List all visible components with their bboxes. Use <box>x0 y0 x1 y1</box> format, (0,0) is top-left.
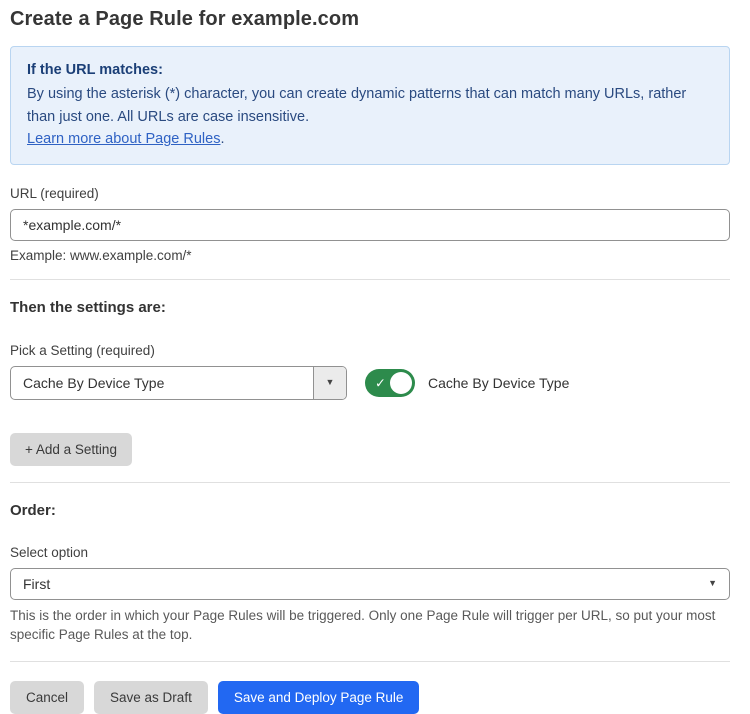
setting-toggle[interactable]: ✓ <box>365 369 415 397</box>
setting-select[interactable]: Cache By Device Type ▼ <box>10 366 347 400</box>
order-select[interactable]: First ▼ <box>10 568 730 600</box>
caret-down-icon: ▼ <box>326 378 335 387</box>
page-title: Create a Page Rule for example.com <box>10 8 730 31</box>
settings-section-heading: Then the settings are: <box>10 299 730 316</box>
actions-row: Cancel Save as Draft Save and Deploy Pag… <box>10 681 730 714</box>
info-box-heading: If the URL matches: <box>27 59 713 81</box>
caret-down-icon: ▼ <box>708 579 717 588</box>
link-suffix: . <box>220 131 224 147</box>
divider-after-url <box>10 279 730 280</box>
order-help-text: This is the order in which your Page Rul… <box>10 606 730 645</box>
info-link-line: Learn more about Page Rules. <box>27 128 713 150</box>
save-draft-button[interactable]: Save as Draft <box>94 681 208 714</box>
setting-select-caret-button[interactable]: ▼ <box>313 367 346 399</box>
order-select-value: First <box>23 576 50 592</box>
add-setting-button[interactable]: + Add a Setting <box>10 433 132 466</box>
divider-before-actions <box>10 661 730 662</box>
check-icon: ✓ <box>375 376 386 389</box>
divider-after-settings <box>10 482 730 483</box>
toggle-knob <box>390 372 412 394</box>
setting-toggle-label: Cache By Device Type <box>428 375 569 391</box>
info-box-body: By using the asterisk (*) character, you… <box>27 83 713 128</box>
url-input[interactable] <box>10 209 730 241</box>
save-deploy-button[interactable]: Save and Deploy Page Rule <box>218 681 420 714</box>
url-field-hint: Example: www.example.com/* <box>10 248 730 263</box>
order-select-label: Select option <box>10 545 730 560</box>
setting-select-value: Cache By Device Type <box>11 375 164 391</box>
order-section-heading: Order: <box>10 502 730 519</box>
cancel-button[interactable]: Cancel <box>10 681 84 714</box>
setting-picker-label: Pick a Setting (required) <box>10 343 730 358</box>
setting-row: Cache By Device Type ▼ ✓ Cache By Device… <box>10 366 730 400</box>
url-field-label: URL (required) <box>10 186 730 201</box>
learn-more-link[interactable]: Learn more about Page Rules <box>27 131 220 147</box>
url-match-info-box: If the URL matches: By using the asteris… <box>10 46 730 165</box>
